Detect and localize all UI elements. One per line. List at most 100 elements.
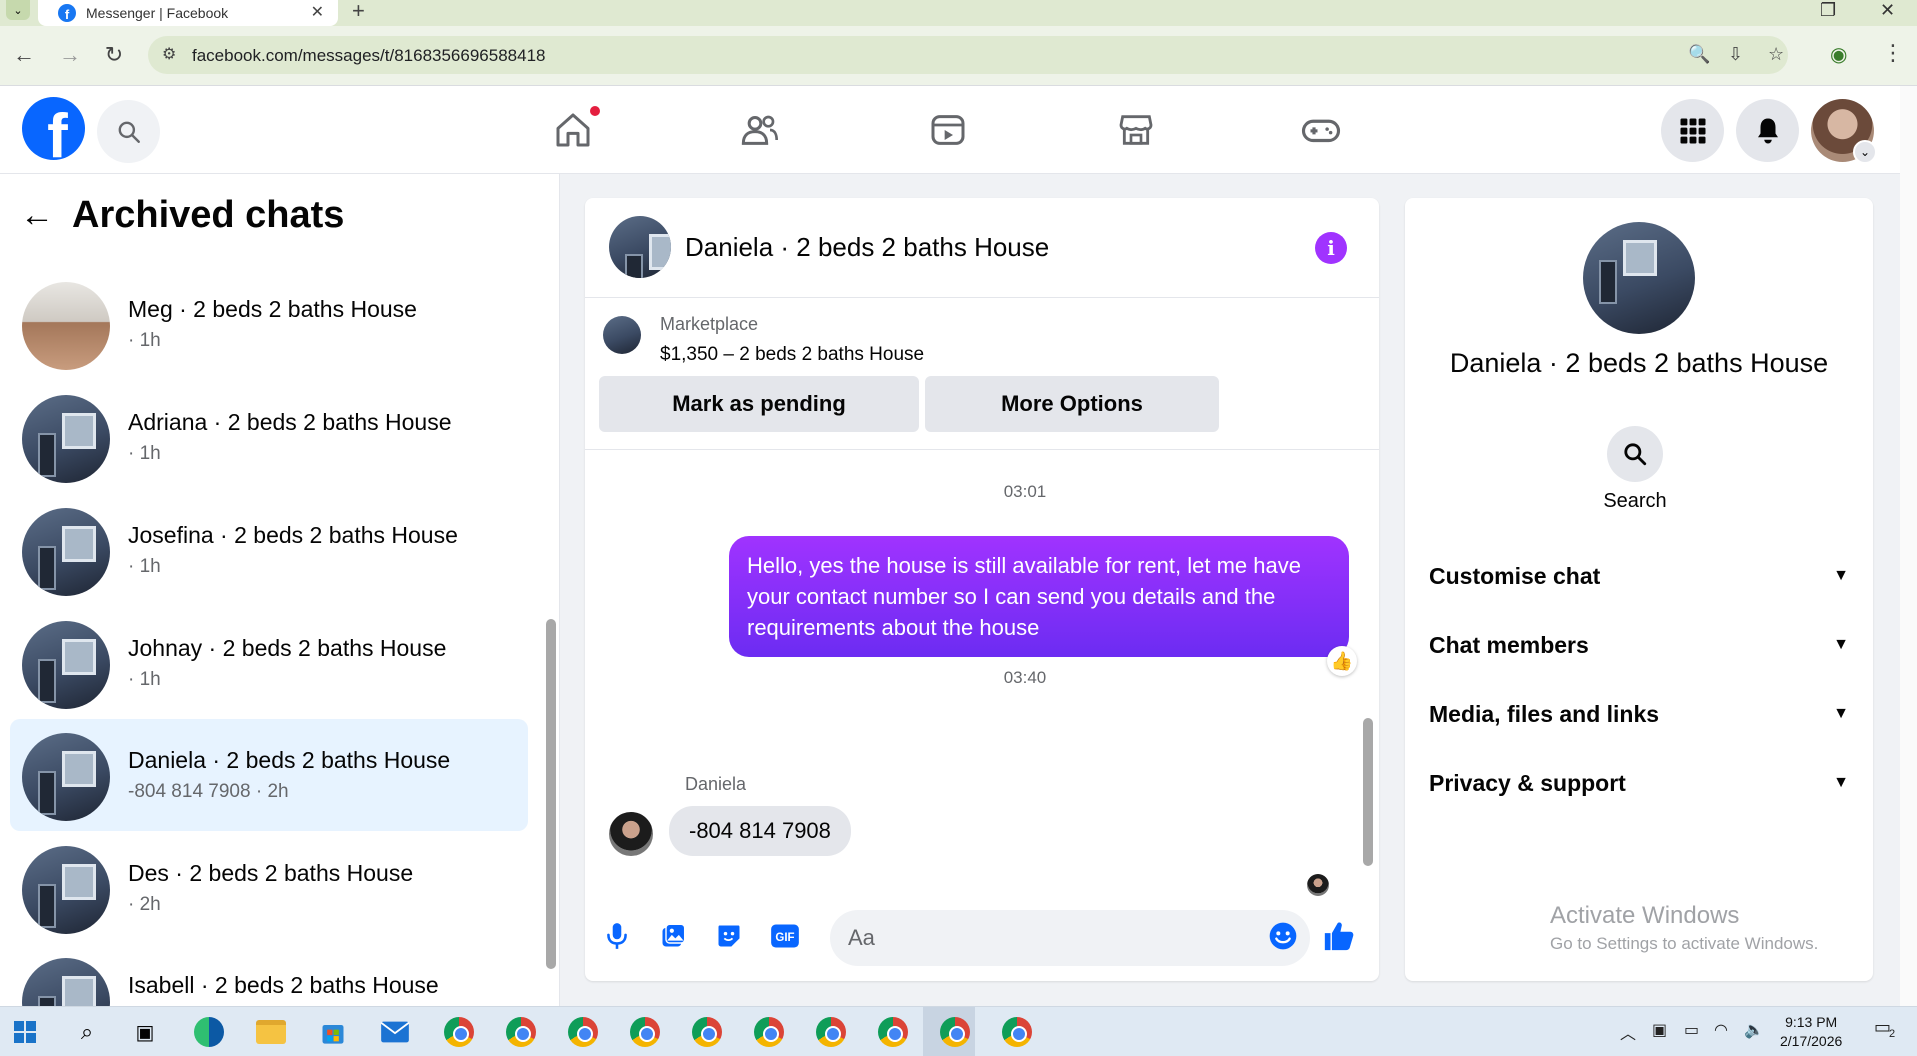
- mail-icon[interactable]: [378, 1015, 412, 1049]
- send-like-button[interactable]: [1321, 918, 1357, 954]
- task-view-icon[interactable]: ▣: [128, 1015, 162, 1049]
- emoji-button[interactable]: [1265, 918, 1301, 954]
- chrome-profile-icon[interactable]: [1000, 1015, 1034, 1049]
- browser-tab[interactable]: f Messenger | Facebook ✕: [38, 0, 338, 26]
- address-bar[interactable]: ⚙ facebook.com/messages/t/81683566965884…: [148, 36, 1788, 74]
- url-text[interactable]: facebook.com/messages/t/8168356696588418: [192, 46, 545, 66]
- thread-scrollbar-thumb[interactable]: [1363, 718, 1373, 866]
- chevron-down-icon: ▼: [1833, 705, 1849, 722]
- activate-windows-watermark: Activate Windows Go to Settings to activ…: [1550, 902, 1818, 954]
- chrome-profile-icon[interactable]: [566, 1015, 600, 1049]
- search-in-conversation-button[interactable]: [1607, 426, 1663, 482]
- svg-text:GIF: GIF: [775, 932, 794, 944]
- microsoft-store-icon[interactable]: [316, 1015, 350, 1049]
- close-window-icon[interactable]: ✕: [1880, 0, 1895, 21]
- chrome-profile-icon[interactable]: [814, 1015, 848, 1049]
- back-icon[interactable]: ←: [10, 42, 38, 68]
- reload-icon[interactable]: ↻: [100, 42, 128, 68]
- security-tray-icon[interactable]: ▣: [1652, 1020, 1667, 1040]
- volume-icon[interactable]: 🔈: [1744, 1020, 1764, 1040]
- file-explorer-icon[interactable]: [254, 1015, 288, 1049]
- section-chat-members[interactable]: Chat members ▼: [1429, 625, 1849, 665]
- details-name[interactable]: Daniela · 2 beds 2 baths House: [1405, 348, 1873, 379]
- install-app-icon[interactable]: ⇩: [1728, 44, 1743, 65]
- tab-close-icon[interactable]: ✕: [311, 2, 324, 22]
- chat-list-item[interactable]: Meg · 2 beds 2 baths House · 1h: [10, 268, 528, 380]
- chat-list-item[interactable]: Isabell · 2 beds 2 baths House: [10, 944, 528, 1006]
- zoom-icon[interactable]: 🔍: [1688, 44, 1710, 65]
- section-privacy-support[interactable]: Privacy & support ▼: [1429, 763, 1849, 803]
- chevron-down-icon[interactable]: ⌄: [1853, 140, 1877, 164]
- chrome-profile-icon[interactable]: [690, 1015, 724, 1049]
- info-icon[interactable]: i: [1315, 232, 1347, 264]
- chat-name: Daniela · 2 beds 2 baths House: [128, 747, 451, 773]
- listing-thumbnail[interactable]: [603, 316, 641, 354]
- section-media-files-links[interactable]: Media, files and links ▼: [1429, 694, 1849, 734]
- listing-price-title[interactable]: $1,350 – 2 beds 2 baths House: [660, 344, 924, 366]
- chat-preview: · 1h: [128, 669, 161, 690]
- chrome-profile-icon[interactable]: [504, 1015, 538, 1049]
- home-notification-dot: [588, 104, 602, 118]
- chrome-profile-icon[interactable]: [628, 1015, 662, 1049]
- page-scrollbar[interactable]: [1900, 86, 1917, 1006]
- incoming-message[interactable]: -804 814 7908: [669, 806, 851, 856]
- show-hidden-icons-chevron-icon[interactable]: ︿: [1620, 1020, 1636, 1044]
- chat-list-item-active[interactable]: Daniela · 2 beds 2 baths House -804 814 …: [10, 719, 528, 831]
- menu-button[interactable]: [1661, 99, 1724, 162]
- chat-list-item[interactable]: Adriana · 2 beds 2 baths House · 1h: [10, 381, 528, 493]
- chat-preview: · 2h: [128, 894, 161, 915]
- attach-photo-button[interactable]: [655, 918, 691, 954]
- edge-browser-icon[interactable]: [192, 1015, 226, 1049]
- marketplace-nav-button[interactable]: [1106, 100, 1166, 160]
- sticker-icon: [718, 925, 740, 947]
- gaming-nav-button[interactable]: [1291, 100, 1351, 160]
- message-input[interactable]: [830, 910, 1310, 966]
- notification-center-icon[interactable]: ▭2: [1874, 1017, 1897, 1040]
- chat-list-item[interactable]: Des · 2 beds 2 baths House · 2h: [10, 832, 528, 944]
- restore-window-icon[interactable]: ❐: [1820, 0, 1836, 21]
- browser-menu-icon[interactable]: ⋮: [1882, 40, 1904, 66]
- system-clock[interactable]: 9:13 PM 2/17/2026: [1780, 1013, 1842, 1051]
- chrome-profile-icon[interactable]: [442, 1015, 476, 1049]
- chrome-profile-icon[interactable]: [876, 1015, 910, 1049]
- facebook-search-button[interactable]: [97, 100, 160, 163]
- gif-button[interactable]: GIF: [767, 918, 803, 954]
- more-options-button[interactable]: More Options: [925, 376, 1219, 432]
- battery-icon[interactable]: ▭: [1684, 1020, 1699, 1040]
- wifi-icon[interactable]: ◠: [1714, 1020, 1728, 1040]
- chat-name: Josefina · 2 beds 2 baths House: [128, 522, 458, 548]
- chat-list-item[interactable]: Johnay · 2 beds 2 baths House · 1h: [10, 607, 528, 719]
- voice-clip-button[interactable]: [599, 918, 635, 954]
- forward-icon[interactable]: →: [56, 42, 84, 68]
- taskbar-search-icon[interactable]: ⌕: [70, 1015, 104, 1049]
- chat-list-item[interactable]: Josefina · 2 beds 2 baths House · 1h: [10, 494, 528, 606]
- outgoing-message[interactable]: Hello, yes the house is still available …: [729, 536, 1349, 657]
- tab-search-button[interactable]: ⌄: [6, 0, 30, 20]
- conversation-header: Daniela · 2 beds 2 baths House i: [585, 198, 1379, 298]
- clock-date: 2/17/2026: [1780, 1033, 1843, 1049]
- archived-chats-header: ← Archived chats: [20, 194, 344, 237]
- conversation-title[interactable]: Daniela · 2 beds 2 baths House: [685, 232, 1049, 263]
- chrome-profile-icon[interactable]: [752, 1015, 786, 1049]
- sender-avatar[interactable]: [609, 812, 653, 856]
- mark-as-pending-button[interactable]: Mark as pending: [599, 376, 919, 432]
- facebook-logo-icon[interactable]: f: [22, 97, 85, 160]
- friends-nav-button[interactable]: [730, 100, 790, 160]
- details-avatar[interactable]: [1583, 222, 1695, 334]
- windows-start-icon[interactable]: [8, 1015, 42, 1049]
- new-tab-icon[interactable]: +: [352, 0, 365, 24]
- chat-list-scrollbar-thumb[interactable]: [546, 619, 556, 969]
- notifications-button[interactable]: [1736, 99, 1799, 162]
- conversation-avatar[interactable]: [609, 216, 671, 278]
- video-nav-button[interactable]: [918, 100, 978, 160]
- timestamp: 03:40: [1003, 668, 1047, 687]
- browser-profile-icon[interactable]: ◉: [1830, 42, 1847, 67]
- chrome-profile-icon-active[interactable]: [938, 1015, 972, 1049]
- sticker-button[interactable]: [711, 918, 747, 954]
- section-label: Privacy & support: [1429, 769, 1626, 796]
- chat-name: Johnay · 2 beds 2 baths House: [128, 635, 447, 661]
- section-customise-chat[interactable]: Customise chat ▼: [1429, 556, 1849, 596]
- back-arrow-icon[interactable]: ←: [20, 196, 54, 235]
- site-settings-icon[interactable]: ⚙: [162, 44, 176, 64]
- bookmark-star-icon[interactable]: ☆: [1768, 44, 1784, 65]
